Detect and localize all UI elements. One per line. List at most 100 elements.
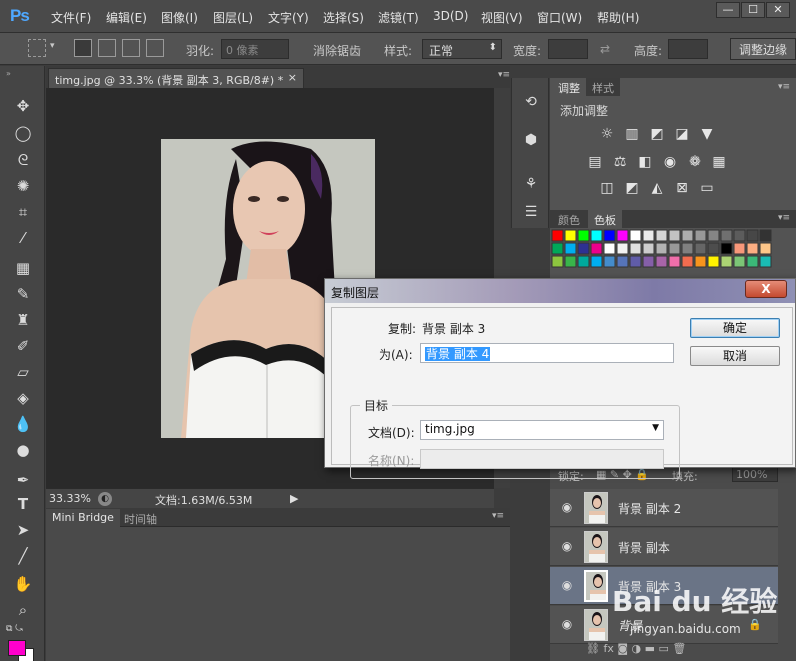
vibrance-icon[interactable]: ▼ bbox=[698, 126, 716, 142]
menu-filter[interactable]: 滤镜(T) bbox=[378, 9, 419, 26]
fill-input[interactable]: 100% bbox=[732, 466, 778, 482]
threshold-icon[interactable]: ◭ bbox=[648, 180, 666, 196]
layer-row[interactable]: ◉ 背景 副本 bbox=[550, 528, 778, 566]
tab-swatches[interactable]: 色板 bbox=[588, 210, 622, 228]
color-balance-icon[interactable]: ⚖ bbox=[611, 154, 629, 170]
channel-mixer-icon[interactable]: ❁ bbox=[686, 154, 704, 170]
pen-tool-icon[interactable]: ✒ bbox=[12, 470, 34, 490]
path-select-icon[interactable]: ➤ bbox=[12, 520, 34, 540]
hand-tool-icon[interactable]: ✋ bbox=[12, 574, 34, 594]
tab-color[interactable]: 颜色 bbox=[552, 210, 586, 228]
menu-select[interactable]: 选择(S) bbox=[323, 9, 364, 26]
layer-row[interactable]: ◉ 背景 副本 2 bbox=[550, 489, 778, 527]
rect-marquee-icon[interactable] bbox=[28, 39, 46, 57]
restore-button[interactable]: ☐ bbox=[741, 2, 765, 18]
menu-image[interactable]: 图像(I) bbox=[161, 9, 198, 26]
levels-icon[interactable]: ▥ bbox=[623, 126, 641, 142]
cancel-button[interactable]: 取消 bbox=[690, 346, 780, 366]
add-selection-icon[interactable] bbox=[98, 39, 116, 57]
panel-menu-icon[interactable]: ▾≡ bbox=[778, 82, 790, 92]
tab-timeline[interactable]: 时间轴 bbox=[118, 509, 163, 527]
intersect-selection-icon[interactable] bbox=[146, 39, 164, 57]
close-tab-icon[interactable]: × bbox=[288, 71, 297, 84]
paint-bucket-icon[interactable]: ◈ bbox=[12, 388, 34, 408]
move-tool-icon[interactable]: ✥ bbox=[12, 96, 34, 116]
type-tool-icon[interactable]: T bbox=[12, 494, 34, 514]
history-icon[interactable]: ⟲ bbox=[521, 92, 541, 112]
swap-icon[interactable]: ⇄ bbox=[600, 42, 610, 56]
feather-input[interactable]: 0 像素 bbox=[221, 39, 289, 59]
magic-wand-tool-icon[interactable]: ✺ bbox=[12, 176, 34, 196]
eye-icon[interactable]: ◉ bbox=[560, 500, 574, 514]
exposure-icon[interactable]: ◪ bbox=[673, 126, 691, 142]
foreground-color-swatch[interactable] bbox=[8, 640, 26, 656]
document-tab[interactable]: timg.jpg @ 33.3% (背景 副本 3, RGB/8#) * × bbox=[48, 68, 304, 88]
document-select[interactable]: timg.jpg ▼ bbox=[420, 420, 664, 440]
crop-tool-icon[interactable]: ⌗ bbox=[12, 202, 34, 222]
eraser-tool-icon[interactable]: ▱ bbox=[12, 362, 34, 382]
brush-presets-icon[interactable]: ⚘ bbox=[521, 174, 541, 194]
menu-layer[interactable]: 图层(L) bbox=[213, 9, 253, 26]
eye-icon[interactable]: ◉ bbox=[560, 539, 574, 553]
panel-menu-icon[interactable]: ▾≡ bbox=[778, 213, 790, 223]
collapse-icon[interactable]: » bbox=[6, 69, 11, 78]
line-tool-icon[interactable]: ╱ bbox=[12, 546, 34, 566]
marquee-tool-icon[interactable]: ◯ bbox=[12, 123, 34, 143]
minimize-button[interactable]: — bbox=[716, 2, 740, 18]
zoom-tool-icon[interactable]: ⌕ bbox=[12, 600, 34, 620]
chevron-down-icon[interactable]: ▾ bbox=[50, 41, 55, 51]
dialog-close-button[interactable]: X bbox=[745, 280, 787, 298]
3d-icon[interactable]: ⬢ bbox=[521, 130, 541, 150]
menu-3d[interactable]: 3D(D) bbox=[433, 9, 468, 23]
menu-window[interactable]: 窗口(W) bbox=[537, 9, 582, 26]
swatch-colors[interactable] bbox=[550, 228, 796, 280]
history-brush-icon[interactable]: ✐ bbox=[12, 336, 34, 356]
curves-icon[interactable]: ◩ bbox=[648, 126, 666, 142]
swatches-grid[interactable] bbox=[550, 228, 796, 280]
properties-icon[interactable]: ☰ bbox=[521, 202, 541, 222]
selective-color-icon[interactable]: ⊠ bbox=[673, 180, 691, 196]
dialog-titlebar[interactable]: 复制图层 X bbox=[325, 279, 795, 303]
blur-tool-icon[interactable]: 💧 bbox=[12, 414, 34, 434]
menu-view[interactable]: 视图(V) bbox=[481, 9, 523, 26]
invert-icon[interactable]: ◫ bbox=[598, 180, 616, 196]
stamp-tool-icon[interactable]: ♜ bbox=[12, 310, 34, 330]
close-window-button[interactable]: ✕ bbox=[766, 2, 790, 18]
new-selection-icon[interactable] bbox=[74, 39, 92, 57]
brightness-icon[interactable]: ☼ bbox=[598, 126, 616, 142]
subtract-selection-icon[interactable] bbox=[122, 39, 140, 57]
ok-button[interactable]: 确定 bbox=[690, 318, 780, 338]
menu-help[interactable]: 帮助(H) bbox=[597, 9, 639, 26]
height-input[interactable] bbox=[668, 39, 708, 59]
menu-type[interactable]: 文字(Y) bbox=[268, 9, 309, 26]
healing-tool-icon[interactable]: ▦ bbox=[12, 258, 34, 278]
dodge-tool-icon[interactable]: ● bbox=[12, 440, 34, 460]
tab-adjustments[interactable]: 调整 bbox=[552, 78, 586, 96]
status-menu-arrow-icon[interactable]: ▶ bbox=[290, 492, 298, 505]
color-lookup-icon[interactable]: ▦ bbox=[710, 154, 728, 170]
brush-tool-icon[interactable]: ✎ bbox=[12, 284, 34, 304]
eye-icon[interactable]: ◉ bbox=[560, 578, 574, 592]
hue-saturation-icon[interactable]: ▤ bbox=[586, 154, 604, 170]
as-input[interactable]: 背景 副本 4 bbox=[420, 343, 674, 363]
panel-menu-icon[interactable]: ▾≡ bbox=[498, 70, 510, 80]
eye-icon[interactable]: ◉ bbox=[560, 617, 574, 631]
width-input[interactable] bbox=[548, 39, 588, 59]
gradient-map-icon[interactable]: ▭ bbox=[698, 180, 716, 196]
layer-actions-toolbar[interactable]: ⛓ fx ◙ ◑ ▬ ▭ 🗑 bbox=[586, 642, 686, 655]
style-select[interactable]: 正常 ⬍ bbox=[422, 39, 502, 59]
tab-mini-bridge[interactable]: Mini Bridge bbox=[46, 509, 120, 527]
name-input[interactable] bbox=[420, 449, 664, 469]
zoom-level[interactable]: 33.33% bbox=[49, 492, 91, 505]
lasso-tool-icon[interactable]: ᘓ bbox=[12, 150, 34, 170]
default-colors-icon[interactable]: ⧉ ⤿ bbox=[6, 624, 23, 634]
tab-styles[interactable]: 样式 bbox=[586, 78, 620, 96]
posterize-icon[interactable]: ◩ bbox=[623, 180, 641, 196]
eyedropper-tool-icon[interactable]: ⁄ bbox=[12, 228, 34, 248]
panel-menu-icon[interactable]: ▾≡ bbox=[492, 511, 504, 521]
status-info-icon[interactable]: ◐ bbox=[98, 492, 112, 506]
photo-filter-icon[interactable]: ◉ bbox=[661, 154, 679, 170]
menu-edit[interactable]: 编辑(E) bbox=[106, 9, 147, 26]
menu-file[interactable]: 文件(F) bbox=[51, 9, 91, 26]
refine-edge-button[interactable]: 调整边缘 bbox=[730, 38, 796, 60]
